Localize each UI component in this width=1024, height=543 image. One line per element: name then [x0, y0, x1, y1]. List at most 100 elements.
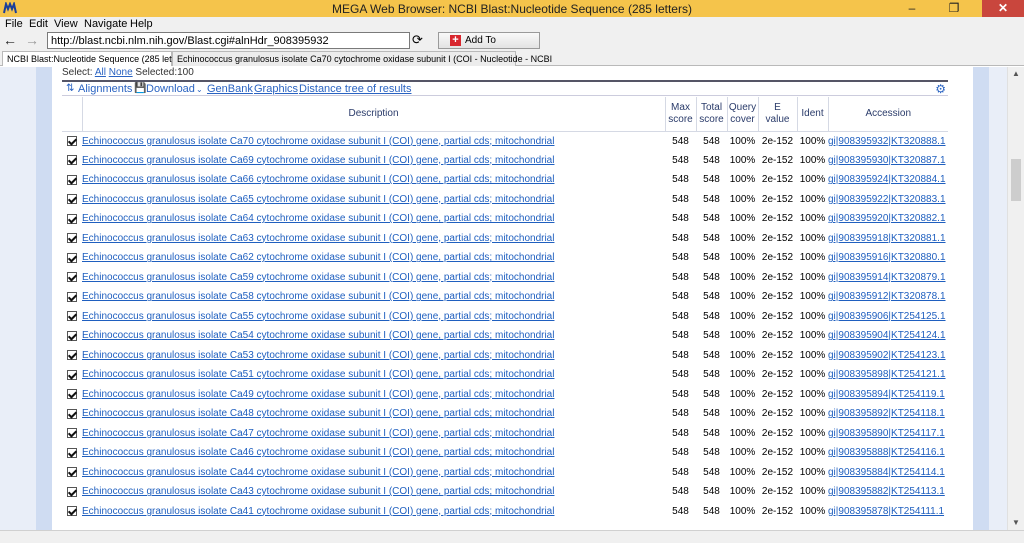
accession-link[interactable]: gi|908395904|KT254124.1	[828, 330, 946, 341]
description-link[interactable]: Echinococcus granulosus isolate Ca44 cyt…	[82, 467, 554, 478]
header-query-cover[interactable]: Query cover	[726, 97, 758, 132]
row-checkbox[interactable]	[67, 252, 77, 263]
tab-ncbi-blast[interactable]: NCBI Blast:Nucleotide Sequence (285 lett…	[2, 51, 190, 66]
vertical-scrollbar[interactable]: ▲ ▼	[1007, 67, 1024, 530]
graphics-link[interactable]: Graphics	[254, 83, 298, 95]
row-checkbox[interactable]	[67, 369, 77, 380]
query-cover-cell: 100%	[729, 174, 756, 186]
scroll-down-icon[interactable]: ▼	[1008, 516, 1024, 530]
gear-icon[interactable]: ⚙	[935, 82, 946, 96]
accession-link[interactable]: gi|908395882|KT254113.1	[828, 486, 945, 497]
description-link[interactable]: Echinococcus granulosus isolate Ca54 cyt…	[82, 330, 554, 341]
distance-tree-link[interactable]: Distance tree of results	[299, 83, 412, 95]
description-link[interactable]: Echinococcus granulosus isolate Ca69 cyt…	[82, 155, 554, 166]
description-link[interactable]: Echinococcus granulosus isolate Ca58 cyt…	[82, 291, 554, 302]
description-link[interactable]: Echinococcus granulosus isolate Ca46 cyt…	[82, 447, 554, 458]
accession-link[interactable]: gi|908395918|KT320881.1	[828, 233, 946, 244]
scroll-thumb[interactable]	[1011, 159, 1021, 201]
header-e-value[interactable]: Evalue	[757, 97, 797, 132]
accession-link[interactable]: gi|908395894|KT254119.1	[828, 389, 945, 400]
accession-link[interactable]: gi|908395878|KT254111.1	[828, 506, 944, 517]
maximize-button[interactable]: ❐	[940, 0, 968, 17]
select-all-link[interactable]: All	[95, 67, 106, 78]
accession-link[interactable]: gi|908395884|KT254114.1	[828, 467, 945, 478]
max-score-cell: 548	[672, 486, 689, 498]
accession-link[interactable]: gi|908395920|KT320882.1	[828, 213, 946, 224]
accession-link[interactable]: gi|908395916|KT320880.1	[828, 252, 946, 263]
row-checkbox[interactable]	[67, 467, 77, 478]
add-to-alignment-button[interactable]: + Add To Alignment	[438, 32, 540, 61]
row-checkbox[interactable]	[67, 272, 77, 283]
select-none-link[interactable]: None	[109, 67, 133, 78]
row-checkbox[interactable]	[67, 486, 77, 497]
menu-edit[interactable]: Edit	[29, 18, 48, 30]
row-checkbox[interactable]	[67, 155, 77, 166]
row-checkbox[interactable]	[67, 135, 77, 146]
row-checkbox[interactable]	[67, 428, 77, 439]
description-link[interactable]: Echinococcus granulosus isolate Ca59 cyt…	[82, 272, 554, 283]
header-total-score[interactable]: Total score	[695, 97, 727, 132]
description-link[interactable]: Echinococcus granulosus isolate Ca63 cyt…	[82, 233, 554, 244]
description-link[interactable]: Echinococcus granulosus isolate Ca47 cyt…	[82, 428, 554, 439]
back-arrow-icon[interactable]: ←	[3, 32, 17, 48]
row-checkbox[interactable]	[67, 194, 77, 205]
row-checkbox[interactable]	[67, 174, 77, 185]
row-checkbox[interactable]	[67, 447, 77, 458]
row-checkbox[interactable]	[67, 291, 77, 302]
description-link[interactable]: Echinococcus granulosus isolate Ca62 cyt…	[82, 252, 554, 263]
description-link[interactable]: Echinococcus granulosus isolate Ca51 cyt…	[82, 369, 554, 380]
row-checkbox[interactable]	[67, 350, 77, 361]
genbank-link[interactable]: GenBank	[207, 83, 253, 95]
minimize-button[interactable]: –	[898, 0, 926, 17]
accession-link[interactable]: gi|908395888|KT254116.1	[828, 447, 945, 458]
accession-link[interactable]: gi|908395932|KT320888.1	[828, 136, 946, 147]
total-score-cell: 548	[703, 252, 720, 264]
header-accession[interactable]: Accession	[827, 97, 948, 132]
menu-view[interactable]: View	[54, 18, 78, 30]
accession-link[interactable]: gi|908395892|KT254118.1	[828, 408, 945, 419]
accession-link[interactable]: gi|908395930|KT320887.1	[828, 155, 946, 166]
description-link[interactable]: Echinococcus granulosus isolate Ca41 cyt…	[82, 506, 554, 517]
row-checkbox[interactable]	[67, 233, 77, 244]
description-link[interactable]: Echinococcus granulosus isolate Ca65 cyt…	[82, 194, 554, 205]
query-cover-cell: 100%	[729, 271, 756, 283]
total-score-cell: 548	[703, 369, 720, 381]
accession-link[interactable]: gi|908395906|KT254125.1	[828, 311, 946, 322]
accession-link[interactable]: gi|908395890|KT254117.1	[828, 428, 945, 439]
accession-link[interactable]: gi|908395912|KT320878.1	[828, 291, 946, 302]
description-link[interactable]: Echinococcus granulosus isolate Ca66 cyt…	[82, 174, 554, 185]
refresh-icon[interactable]: ⟳	[412, 32, 423, 48]
header-max-score[interactable]: Max score	[664, 97, 696, 132]
description-link[interactable]: Echinococcus granulosus isolate Ca53 cyt…	[82, 350, 554, 361]
description-link[interactable]: Echinococcus granulosus isolate Ca64 cyt…	[82, 213, 554, 224]
description-link[interactable]: Echinococcus granulosus isolate Ca48 cyt…	[82, 408, 554, 419]
url-input[interactable]	[47, 32, 410, 49]
accession-link[interactable]: gi|908395914|KT320879.1	[828, 272, 946, 283]
alignments-link[interactable]: Alignments	[78, 83, 132, 95]
accession-link[interactable]: gi|908395898|KT254121.1	[828, 369, 946, 380]
row-checkbox[interactable]	[67, 330, 77, 341]
description-link[interactable]: Echinococcus granulosus isolate Ca43 cyt…	[82, 486, 554, 497]
ident-cell: 100%	[799, 193, 826, 205]
description-link[interactable]: Echinococcus granulosus isolate Ca55 cyt…	[82, 311, 554, 322]
forward-arrow-icon[interactable]: →	[25, 32, 39, 48]
accession-link[interactable]: gi|908395924|KT320884.1	[828, 174, 946, 185]
menu-help[interactable]: Help	[130, 18, 153, 30]
header-description[interactable]: Description	[81, 97, 665, 132]
download-menu[interactable]: Download	[146, 83, 195, 95]
row-checkbox[interactable]	[67, 311, 77, 322]
description-link[interactable]: Echinococcus granulosus isolate Ca49 cyt…	[82, 389, 554, 400]
accession-link[interactable]: gi|908395922|KT320883.1	[828, 194, 946, 205]
row-checkbox[interactable]	[67, 389, 77, 400]
row-checkbox[interactable]	[67, 506, 77, 517]
header-ident[interactable]: Ident	[796, 97, 828, 132]
row-checkbox[interactable]	[67, 408, 77, 419]
accession-link[interactable]: gi|908395902|KT254123.1	[828, 350, 946, 361]
scroll-up-icon[interactable]: ▲	[1008, 67, 1024, 81]
tab-echinococcus-nucleotide[interactable]: Echinococcus granulosus isolate Ca70 cyt…	[172, 51, 552, 66]
menu-file[interactable]: File	[5, 18, 23, 30]
description-link[interactable]: Echinococcus granulosus isolate Ca70 cyt…	[82, 136, 554, 147]
row-checkbox[interactable]	[67, 213, 77, 224]
close-button[interactable]: ✕	[982, 0, 1024, 17]
menu-navigate[interactable]: Navigate	[84, 18, 127, 30]
